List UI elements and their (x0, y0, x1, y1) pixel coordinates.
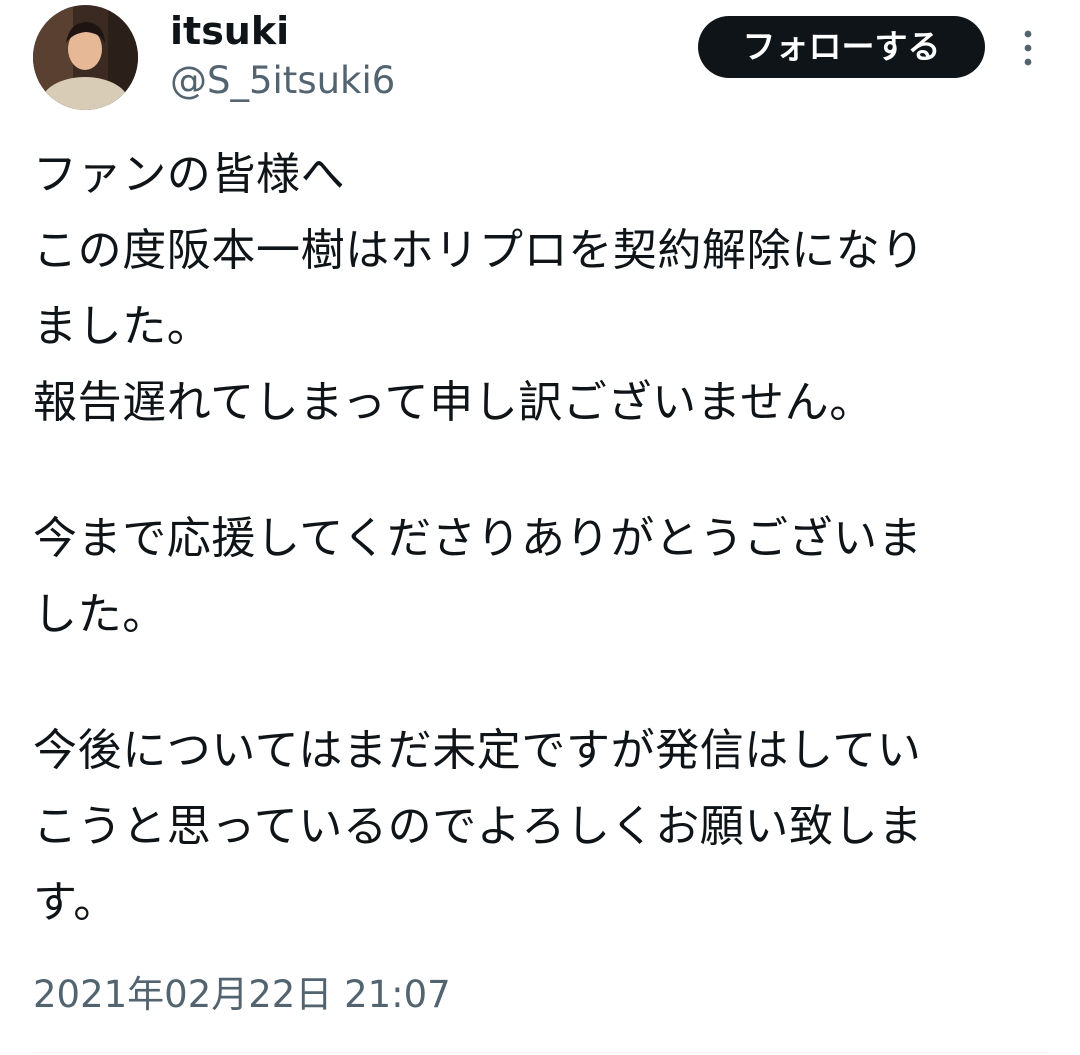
tweet-text-line: この度阪本一樹はホリプロを契約解除になり (33, 225, 925, 276)
tweet-text-line: す。 (33, 877, 118, 928)
tweet-text-line: ファンの皆様へ (33, 149, 346, 200)
divider (33, 1052, 1048, 1053)
tweet-text-line: 今まで応援してくださりありがとうございま (33, 513, 923, 564)
tweet-text-line: こうと思っているのでよろしくお願い致しま (33, 801, 923, 852)
more-vertical-icon (1024, 30, 1032, 66)
tweet-timestamp[interactable]: 2021年02月22日 21:07 (33, 970, 451, 1020)
tweet-card: itsuki @S_5itsuki6 フォローする ファンの皆様へ この度阪本一… (0, 0, 1080, 1055)
display-name[interactable]: itsuki (170, 8, 289, 54)
tweet-text: ファンの皆様へ この度阪本一樹はホリプロを契約解除になり ました。 報告遅れてし… (33, 137, 1043, 941)
tweet-text-line: ました。 (33, 301, 212, 352)
avatar-image (33, 5, 138, 110)
user-handle[interactable]: @S_5itsuki6 (170, 58, 395, 104)
follow-button[interactable]: フォローする (698, 16, 985, 78)
tweet-text-line: した。 (33, 589, 167, 640)
avatar[interactable] (33, 5, 138, 110)
more-options-button[interactable] (1008, 26, 1048, 70)
tweet-text-line: 今後についてはまだ未定ですが発信はしてい (33, 725, 922, 776)
tweet-text-line: 報告遅れてしまって申し訳ございません。 (33, 377, 874, 428)
